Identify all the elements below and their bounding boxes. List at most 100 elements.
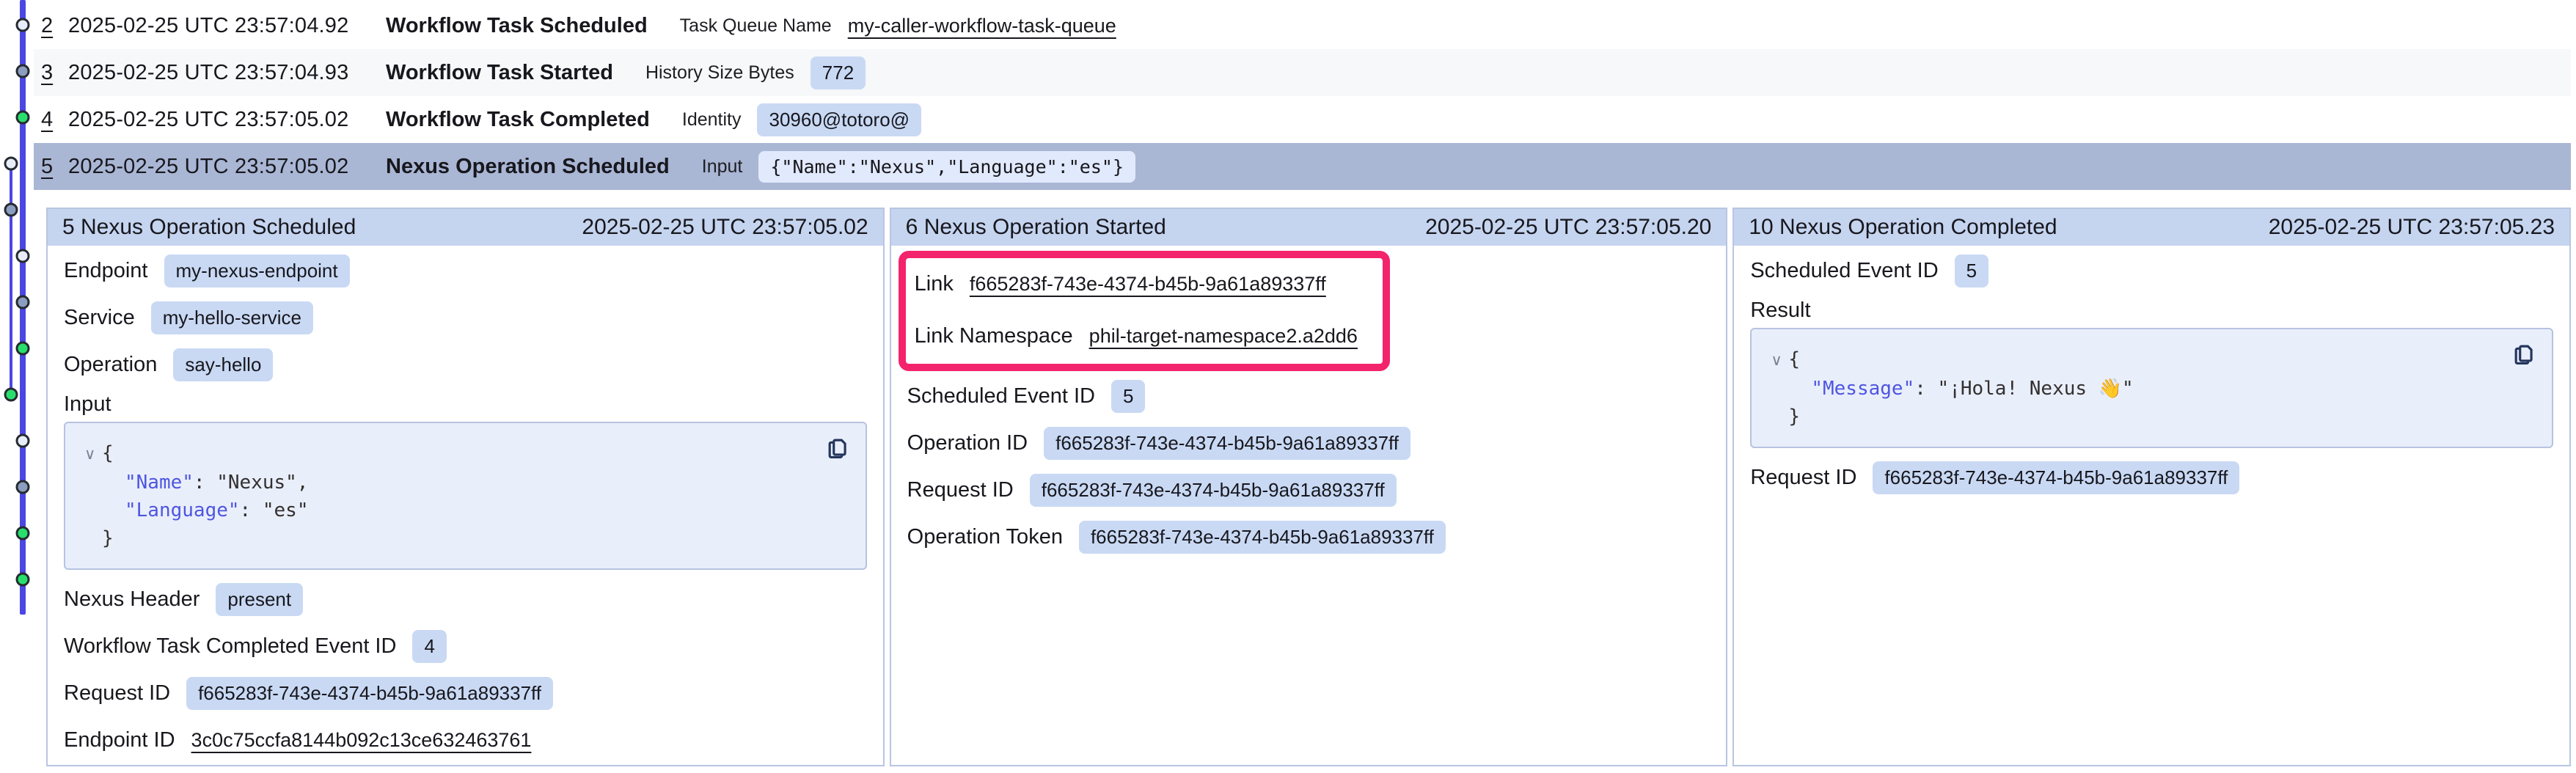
value-link[interactable]: 3c0c75ccfa8144b092c13ce632463761 — [191, 729, 532, 752]
event-timestamp: 2025-02-25 UTC 23:57:04.93 — [68, 61, 386, 85]
panel-header: 10 Nexus Operation Completed 2025-02-25 U… — [1734, 209, 2569, 246]
timeline-dot[interactable] — [16, 342, 30, 356]
code-token: { — [102, 442, 114, 464]
event-id: 5 — [34, 155, 68, 179]
timeline-dot[interactable] — [16, 65, 30, 78]
timeline-dot[interactable] — [16, 527, 30, 541]
event-id: 2 — [34, 14, 68, 38]
value-badge: {"Name":"Nexus","Language":"es"} — [758, 151, 1135, 183]
value-badge: 5 — [1955, 254, 1988, 287]
panel-timestamp: 2025-02-25 UTC 23:57:05.20 — [1425, 215, 1711, 240]
panel-timestamp: 2025-02-25 UTC 23:57:05.02 — [582, 215, 868, 240]
code-token: } — [102, 527, 114, 549]
field-label: Endpoint ID — [64, 728, 175, 752]
timeline-dot[interactable] — [4, 157, 18, 171]
timeline-dot[interactable] — [4, 388, 18, 402]
event-detail-label: Input — [702, 156, 743, 177]
timeline-dot[interactable] — [16, 249, 30, 263]
timeline-dot[interactable] — [16, 18, 30, 32]
code-token: "Message" — [1811, 378, 1914, 400]
detail-field: Workflow Task Completed Event ID4 — [64, 623, 867, 670]
code-token: "Name" — [125, 472, 194, 494]
panel-header: 5 Nexus Operation Scheduled 2025-02-25 UT… — [48, 209, 883, 246]
code-line: "Name": "Nexus", — [102, 469, 846, 497]
panel-title: 10 Nexus Operation Completed — [1749, 215, 2057, 240]
value-badge: 30960@totoro@ — [757, 103, 921, 136]
copy-icon — [823, 435, 851, 463]
field-label: Result — [1750, 294, 2553, 326]
field-label: Link Namespace — [915, 324, 1073, 348]
code-line: ∨{ — [102, 439, 846, 469]
field-label: Operation — [64, 353, 157, 377]
value-badge: present — [216, 583, 303, 616]
copy-button[interactable] — [823, 435, 851, 463]
event-id-link[interactable]: 5 — [41, 155, 53, 178]
event-name: Workflow Task Scheduled — [386, 14, 648, 38]
event-id-link[interactable]: 3 — [41, 61, 53, 84]
field-label: Operation Token — [907, 525, 1063, 549]
value-link[interactable]: phil-target-namespace2.a2dd6 — [1089, 325, 1358, 348]
event-row[interactable]: 2 2025-02-25 UTC 23:57:04.92Workflow Task… — [34, 2, 2571, 49]
value-link[interactable]: my-caller-workflow-task-queue — [848, 15, 1116, 37]
detail-field: Nexus Headerpresent — [64, 576, 867, 623]
event-detail-panel: 5 Nexus Operation Scheduled 2025-02-25 UT… — [46, 208, 885, 766]
timeline-dot[interactable] — [16, 111, 30, 125]
event-name: Workflow Task Completed — [386, 108, 650, 132]
collapse-chevron-icon[interactable]: ∨ — [1771, 347, 1788, 375]
value-badge: say-hello — [173, 348, 273, 381]
value-badge: f665283f-743e-4374-b45b-9a61a89337ff — [1044, 427, 1410, 460]
value-badge: f665283f-743e-4374-b45b-9a61a89337ff — [186, 677, 553, 710]
field-label: Endpoint — [64, 259, 148, 283]
field-label: Request ID — [1750, 466, 1856, 490]
collapse-chevron-icon[interactable]: ∨ — [84, 441, 102, 469]
event-id-link[interactable]: 4 — [41, 108, 53, 131]
field-label: Request ID — [907, 478, 1014, 502]
code-token: { — [1788, 348, 1800, 370]
detail-field: Service my-hello-service — [64, 294, 867, 341]
timeline-dot[interactable] — [16, 480, 30, 494]
panel-title: 5 Nexus Operation Scheduled — [62, 215, 356, 240]
detail-field: Request IDf665283f-743e-4374-b45b-9a61a8… — [907, 466, 1710, 513]
code-token: : "¡Hola! Nexus 👋" — [1914, 378, 2133, 400]
field-label: Service — [64, 306, 135, 330]
panel-timestamp: 2025-02-25 UTC 23:57:05.23 — [2269, 215, 2555, 240]
detail-field: Link Namespace phil-target-namespace2.a2d… — [915, 310, 1358, 362]
annotation-highlight-box: Linkf665283f-743e-4374-b45b-9a61a89337ff… — [899, 251, 1390, 371]
code-line: ∨{ — [1788, 345, 2533, 375]
copy-button[interactable] — [2509, 341, 2537, 369]
event-detail-panel: 10 Nexus Operation Completed 2025-02-25 U… — [1732, 208, 2571, 766]
event-detail-panel: 6 Nexus Operation Started 2025-02-25 UTC … — [890, 208, 1728, 766]
detail-field: Scheduled Event ID5 — [907, 373, 1710, 420]
panel-header: 6 Nexus Operation Started 2025-02-25 UTC … — [891, 209, 1727, 246]
event-row[interactable]: 4 2025-02-25 UTC 23:57:05.02Workflow Task… — [34, 96, 2571, 143]
value-badge: 4 — [412, 630, 446, 663]
event-timestamp: 2025-02-25 UTC 23:57:04.92 — [68, 14, 386, 38]
detail-field: Operation Token f665283f-743e-4374-b45b-9… — [907, 513, 1710, 560]
timeline-dot[interactable] — [16, 573, 30, 587]
event-timestamp: 2025-02-25 UTC 23:57:05.02 — [68, 108, 386, 132]
event-id-link[interactable]: 2 — [41, 14, 53, 37]
timeline-dot[interactable] — [16, 296, 30, 309]
detail-field: Request IDf665283f-743e-4374-b45b-9a61a8… — [64, 670, 867, 717]
event-row[interactable]: 3 2025-02-25 UTC 23:57:04.93Workflow Task… — [34, 49, 2571, 96]
event-row[interactable]: 52025-02-25 UTC 23:57:05.02Nexus Operati… — [34, 143, 2571, 190]
detail-field: Request ID f665283f-743e-4374-b45b-9a61a8… — [1750, 454, 2553, 501]
value-badge: my-hello-service — [151, 301, 313, 334]
code-token: "Language" — [125, 499, 240, 521]
event-detail-label: Identity — [682, 109, 742, 131]
value-badge: 772 — [811, 56, 866, 89]
detail-field: Endpointmy-nexus-endpoint — [64, 247, 867, 294]
code-token: } — [1788, 406, 1800, 428]
timeline-dot[interactable] — [4, 203, 18, 217]
value-badge: f665283f-743e-4374-b45b-9a61a89337ff — [1079, 521, 1446, 554]
timeline-dot[interactable] — [16, 434, 30, 448]
value-badge: f665283f-743e-4374-b45b-9a61a89337ff — [1873, 461, 2239, 494]
panel-title: 6 Nexus Operation Started — [906, 215, 1166, 240]
json-code-block: ∨{ "Message": "¡Hola! Nexus 👋"} — [1750, 328, 2553, 448]
event-name: Workflow Task Started — [386, 61, 613, 85]
detail-field: Endpoint ID 3c0c75ccfa8144b092c13ce632463… — [64, 717, 867, 763]
detail-field: Scheduled Event ID5 — [1750, 247, 2553, 294]
event-id: 4 — [34, 108, 68, 132]
value-link[interactable]: f665283f-743e-4374-b45b-9a61a89337ff — [970, 273, 1326, 296]
panel-body: Endpointmy-nexus-endpoint Service my-hello… — [48, 246, 883, 771]
